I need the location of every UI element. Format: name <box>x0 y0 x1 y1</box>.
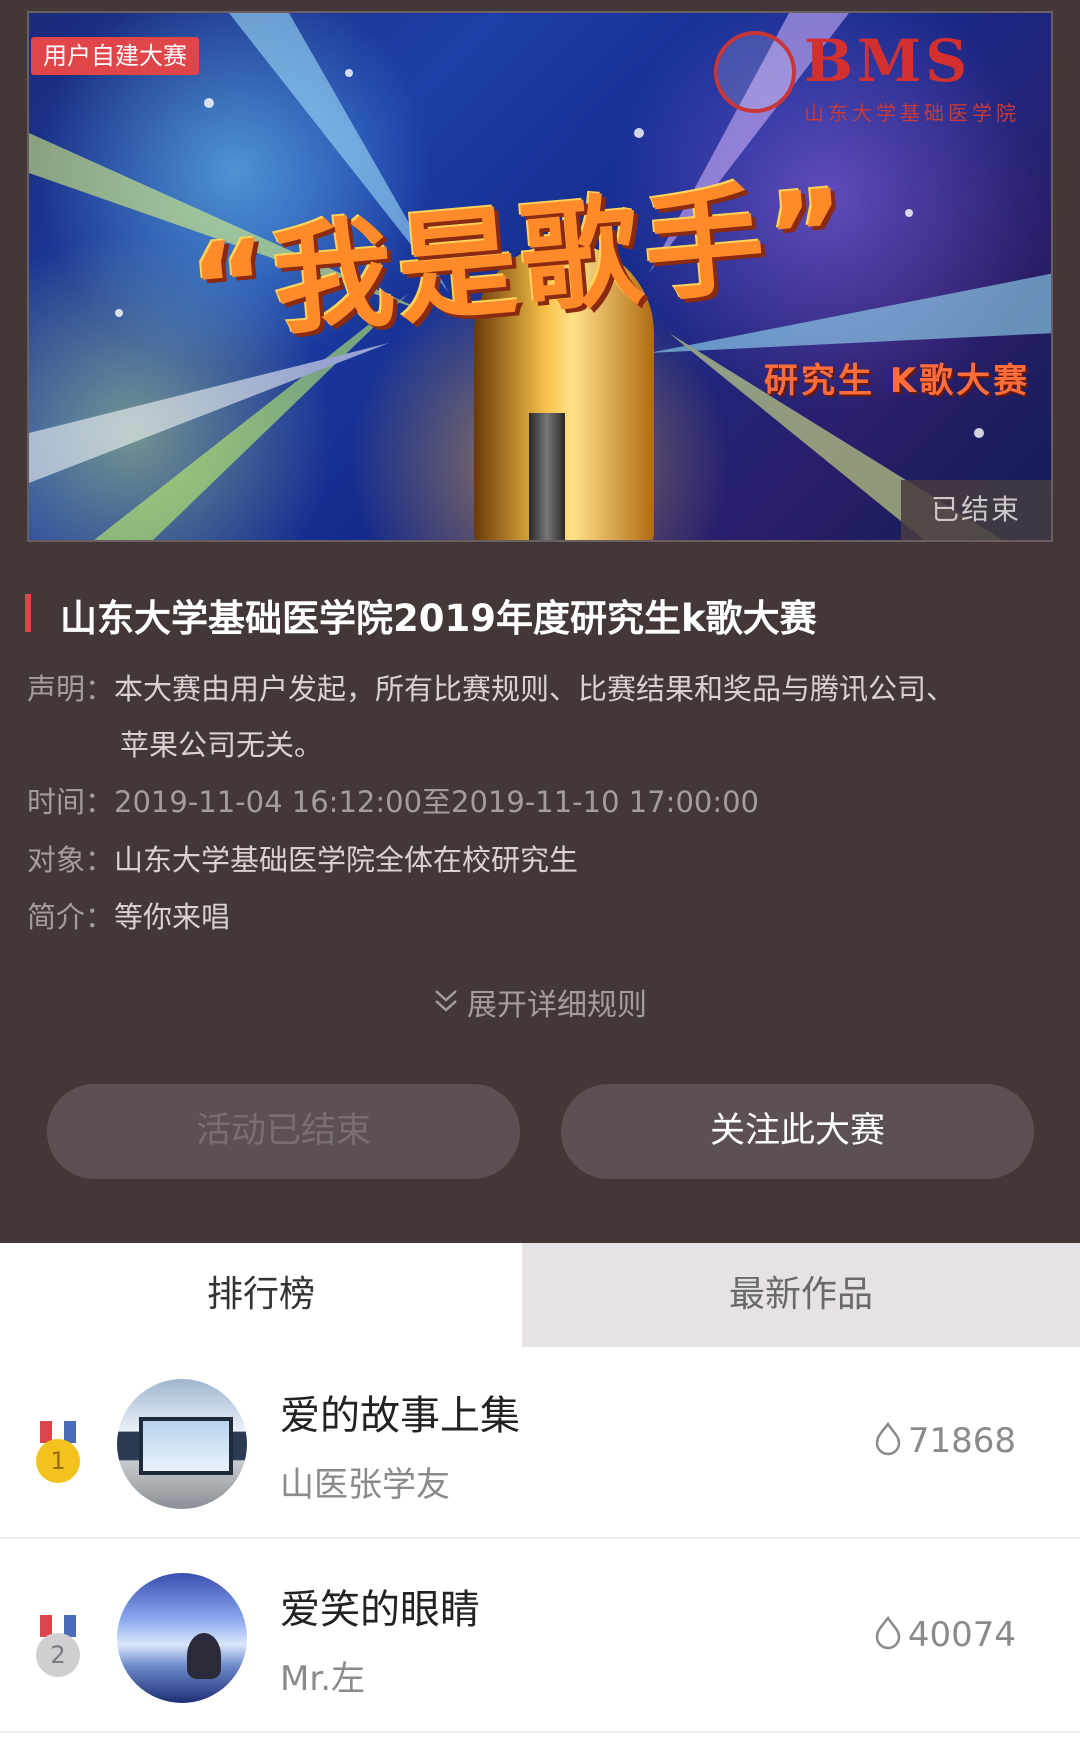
rank-number: 2 <box>36 1633 80 1677</box>
flame-icon <box>874 1615 902 1650</box>
ranking-row[interactable]: 1 爱的故事上集 山医张学友 71868 <box>0 1347 1080 1539</box>
banner-subline: 研究生 K歌大赛 <box>764 361 1031 401</box>
contest-header: “我是歌手” 研究生 K歌大赛 BMS 山东大学基础医学院 用户自建大赛 已结束… <box>0 0 1080 1243</box>
follow-contest-button[interactable]: 关注此大赛 <box>561 1084 1034 1179</box>
gold-medal-icon: 1 <box>36 1421 80 1483</box>
target-row: 对象：山东大学基础医学院全体在校研究生 <box>27 837 578 879</box>
status-badge: 已结束 <box>901 480 1051 540</box>
intro-label: 简介： <box>27 900 115 934</box>
song-title: 爱笑的眼睛 <box>280 1587 480 1633</box>
avatar[interactable] <box>117 1379 247 1509</box>
time-row: 时间：2019-11-04 16:12:00至2019-11-10 17:00:… <box>27 779 759 821</box>
target-value: 山东大学基础医学院全体在校研究生 <box>114 843 579 877</box>
tab-latest-works[interactable]: 最新作品 <box>522 1243 1080 1347</box>
popularity-score: 71868 <box>874 1421 1016 1461</box>
user-contest-badge: 用户自建大赛 <box>31 37 199 75</box>
popularity-score: 40074 <box>874 1615 1016 1655</box>
avatar[interactable] <box>117 1573 247 1703</box>
chevron-double-down-icon <box>433 987 459 1023</box>
singer-name: 山医张学友 <box>280 1465 450 1505</box>
time-label: 时间： <box>27 785 115 819</box>
title-accent-bar <box>25 594 31 632</box>
singer-name: Mr.左 <box>280 1659 365 1699</box>
contest-banner[interactable]: “我是歌手” 研究生 K歌大赛 BMS 山东大学基础医学院 用户自建大赛 已结束 <box>27 11 1053 542</box>
score-value: 71868 <box>907 1421 1016 1461</box>
rank-number: 1 <box>36 1439 80 1483</box>
contest-title: 山东大学基础医学院2019年度研究生k歌大赛 <box>60 597 817 640</box>
logo-subtitle: 山东大学基础医学院 <box>804 101 1020 125</box>
score-value: 40074 <box>907 1615 1016 1655</box>
intro-value: 等你来唱 <box>114 900 231 934</box>
statement-label: 声明： <box>27 672 115 706</box>
intro-row: 简介：等你来唱 <box>27 894 230 936</box>
tab-ranking[interactable]: 排行榜 <box>0 1243 522 1347</box>
flame-icon <box>874 1421 902 1456</box>
ranking-row[interactable]: 2 爱笑的眼睛 Mr.左 40074 <box>0 1541 1080 1733</box>
statement-text: 本大赛由用户发起，所有比赛规则、比赛结果和奖品与腾讯公司、 <box>114 672 956 706</box>
target-label: 对象： <box>27 843 115 877</box>
expand-rules-label: 展开详细规则 <box>467 988 647 1023</box>
time-value: 2019-11-04 16:12:00至2019-11-10 17:00:00 <box>114 785 760 819</box>
statement-text-continued: 苹果公司无关。 <box>120 728 324 762</box>
expand-rules-link[interactable]: 展开详细规则 <box>0 980 1080 1024</box>
statement-row: 声明：本大赛由用户发起，所有比赛规则、比赛结果和奖品与腾讯公司、 <box>27 666 955 708</box>
silver-medal-icon: 2 <box>36 1615 80 1677</box>
activity-ended-button[interactable]: 活动已结束 <box>47 1084 520 1179</box>
school-logo-icon <box>714 31 796 113</box>
song-title: 爱的故事上集 <box>280 1393 520 1439</box>
logo-text: BMS <box>804 27 972 95</box>
microphone-stand-graphic <box>529 413 565 540</box>
